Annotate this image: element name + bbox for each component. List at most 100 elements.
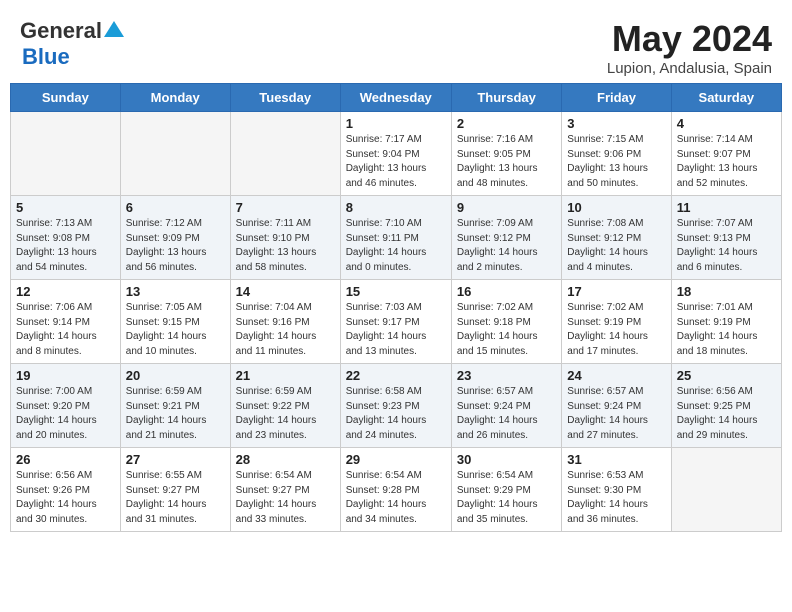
day-number: 12 — [16, 284, 115, 299]
day-info: Sunrise: 7:13 AM Sunset: 9:08 PM Dayligh… — [16, 217, 115, 275]
day-info: Sunrise: 7:12 AM Sunset: 9:09 PM Dayligh… — [126, 217, 225, 275]
calendar-day-cell: 26Sunrise: 6:56 AM Sunset: 9:26 PM Dayli… — [11, 448, 121, 532]
day-info: Sunrise: 6:53 AM Sunset: 9:30 PM Dayligh… — [567, 469, 665, 527]
calendar-day-cell: 21 Sunrise: 6:59 AM Sunset: 9:22 PM Dayli… — [230, 364, 340, 448]
calendar-week-row: 1 Sunrise: 7:17 AM Sunset: 9:04 PM Daylig… — [11, 112, 782, 196]
calendar-day-cell: 27 Sunrise: 6:55 AM Sunset: 9:27 PM Dayli… — [120, 448, 230, 532]
calendar-day-cell: 22Sunrise: 6:58 AM Sunset: 9:23 PM Dayli… — [340, 364, 451, 448]
day-info: Sunrise: 7:10 AM Sunset: 9:11 PM Dayligh… — [346, 217, 446, 275]
day-number: 19 — [16, 368, 115, 383]
calendar-day-cell — [120, 112, 230, 196]
weekday-header-sunday: Sunday — [11, 84, 121, 112]
calendar-day-cell: 31 Sunrise: 6:53 AM Sunset: 9:30 PM Dayli… — [562, 448, 671, 532]
logo-blue-text: Blue — [22, 44, 70, 70]
day-number: 17 — [567, 284, 665, 299]
day-number: 14 — [236, 284, 335, 299]
day-number: 7 — [236, 200, 335, 215]
calendar-day-cell: 7 Sunrise: 7:11 AM Sunset: 9:10 PM Daylig… — [230, 196, 340, 280]
calendar-day-cell — [11, 112, 121, 196]
day-number: 1 — [346, 116, 446, 131]
day-number: 28 — [236, 452, 335, 467]
calendar-day-cell: 29 Sunrise: 6:54 AM Sunset: 9:28 PM Dayli… — [340, 448, 451, 532]
day-info: Sunrise: 7:01 AM Sunset: 9:19 PM Dayligh… — [677, 301, 776, 359]
weekday-header-thursday: Thursday — [451, 84, 561, 112]
calendar-header: General Blue May 2024 Lupion, Andalusia,… — [10, 10, 782, 83]
day-number: 8 — [346, 200, 446, 215]
day-info: Sunrise: 7:02 AM Sunset: 9:18 PM Dayligh… — [457, 301, 556, 359]
day-info: Sunrise: 6:58 AM Sunset: 9:23 PM Dayligh… — [346, 385, 446, 443]
day-number: 13 — [126, 284, 225, 299]
day-number: 10 — [567, 200, 665, 215]
weekday-header-tuesday: Tuesday — [230, 84, 340, 112]
calendar-day-cell: 18Sunrise: 7:01 AM Sunset: 9:19 PM Dayli… — [671, 280, 781, 364]
calendar-day-cell: 19 Sunrise: 7:00 AM Sunset: 9:20 PM Dayli… — [11, 364, 121, 448]
calendar-day-cell: 3 Sunrise: 7:15 AM Sunset: 9:06 PM Daylig… — [562, 112, 671, 196]
title-section: May 2024 Lupion, Andalusia, Spain — [607, 18, 772, 77]
day-number: 23 — [457, 368, 556, 383]
day-info: Sunrise: 7:00 AM Sunset: 9:20 PM Dayligh… — [16, 385, 115, 443]
day-info: Sunrise: 7:15 AM Sunset: 9:06 PM Dayligh… — [567, 133, 665, 191]
day-info: Sunrise: 6:54 AM Sunset: 9:28 PM Dayligh… — [346, 469, 446, 527]
calendar-day-cell: 6 Sunrise: 7:12 AM Sunset: 9:09 PM Daylig… — [120, 196, 230, 280]
calendar-day-cell: 20Sunrise: 6:59 AM Sunset: 9:21 PM Dayli… — [120, 364, 230, 448]
day-number: 9 — [457, 200, 556, 215]
calendar-day-cell: 4Sunrise: 7:14 AM Sunset: 9:07 PM Daylig… — [671, 112, 781, 196]
calendar-day-cell: 2Sunrise: 7:16 AM Sunset: 9:05 PM Daylig… — [451, 112, 561, 196]
calendar-day-cell — [671, 448, 781, 532]
calendar-week-row: 19 Sunrise: 7:00 AM Sunset: 9:20 PM Dayli… — [11, 364, 782, 448]
calendar-day-cell: 14Sunrise: 7:04 AM Sunset: 9:16 PM Dayli… — [230, 280, 340, 364]
day-number: 27 — [126, 452, 225, 467]
day-number: 20 — [126, 368, 225, 383]
calendar-day-cell: 5Sunrise: 7:13 AM Sunset: 9:08 PM Daylig… — [11, 196, 121, 280]
location: Lupion, Andalusia, Spain — [607, 60, 772, 77]
day-number: 3 — [567, 116, 665, 131]
day-info: Sunrise: 7:09 AM Sunset: 9:12 PM Dayligh… — [457, 217, 556, 275]
month-title: May 2024 — [607, 18, 772, 60]
calendar-week-row: 26Sunrise: 6:56 AM Sunset: 9:26 PM Dayli… — [11, 448, 782, 532]
day-info: Sunrise: 7:05 AM Sunset: 9:15 PM Dayligh… — [126, 301, 225, 359]
day-number: 24 — [567, 368, 665, 383]
day-number: 25 — [677, 368, 776, 383]
day-number: 6 — [126, 200, 225, 215]
day-info: Sunrise: 6:54 AM Sunset: 9:29 PM Dayligh… — [457, 469, 556, 527]
logo: General Blue — [20, 18, 124, 70]
day-number: 26 — [16, 452, 115, 467]
weekday-header-wednesday: Wednesday — [340, 84, 451, 112]
day-number: 31 — [567, 452, 665, 467]
day-number: 2 — [457, 116, 556, 131]
calendar-day-cell: 28 Sunrise: 6:54 AM Sunset: 9:27 PM Dayli… — [230, 448, 340, 532]
calendar-day-cell: 13 Sunrise: 7:05 AM Sunset: 9:15 PM Dayli… — [120, 280, 230, 364]
day-info: Sunrise: 6:54 AM Sunset: 9:27 PM Dayligh… — [236, 469, 335, 527]
weekday-header-friday: Friday — [562, 84, 671, 112]
day-number: 21 — [236, 368, 335, 383]
day-info: Sunrise: 7:17 AM Sunset: 9:04 PM Dayligh… — [346, 133, 446, 191]
day-info: Sunrise: 7:03 AM Sunset: 9:17 PM Dayligh… — [346, 301, 446, 359]
day-number: 15 — [346, 284, 446, 299]
day-info: Sunrise: 6:57 AM Sunset: 9:24 PM Dayligh… — [567, 385, 665, 443]
calendar-day-cell: 11 Sunrise: 7:07 AM Sunset: 9:13 PM Dayli… — [671, 196, 781, 280]
calendar-day-cell — [230, 112, 340, 196]
day-info: Sunrise: 6:55 AM Sunset: 9:27 PM Dayligh… — [126, 469, 225, 527]
day-info: Sunrise: 6:59 AM Sunset: 9:22 PM Dayligh… — [236, 385, 335, 443]
calendar-day-cell: 10 Sunrise: 7:08 AM Sunset: 9:12 PM Dayli… — [562, 196, 671, 280]
logo-triangle-icon — [104, 21, 124, 37]
logo-general-text: General — [20, 18, 102, 44]
calendar-day-cell: 25Sunrise: 6:56 AM Sunset: 9:25 PM Dayli… — [671, 364, 781, 448]
day-info: Sunrise: 6:57 AM Sunset: 9:24 PM Dayligh… — [457, 385, 556, 443]
calendar-day-cell: 17Sunrise: 7:02 AM Sunset: 9:19 PM Dayli… — [562, 280, 671, 364]
day-number: 30 — [457, 452, 556, 467]
day-info: Sunrise: 7:11 AM Sunset: 9:10 PM Dayligh… — [236, 217, 335, 275]
calendar-day-cell: 16Sunrise: 7:02 AM Sunset: 9:18 PM Dayli… — [451, 280, 561, 364]
day-info: Sunrise: 7:08 AM Sunset: 9:12 PM Dayligh… — [567, 217, 665, 275]
day-number: 29 — [346, 452, 446, 467]
weekday-header-row: SundayMondayTuesdayWednesdayThursdayFrid… — [11, 84, 782, 112]
calendar-day-cell: 23 Sunrise: 6:57 AM Sunset: 9:24 PM Dayli… — [451, 364, 561, 448]
calendar-day-cell: 24 Sunrise: 6:57 AM Sunset: 9:24 PM Dayli… — [562, 364, 671, 448]
day-info: Sunrise: 7:06 AM Sunset: 9:14 PM Dayligh… — [16, 301, 115, 359]
calendar-day-cell: 30 Sunrise: 6:54 AM Sunset: 9:29 PM Dayli… — [451, 448, 561, 532]
day-number: 11 — [677, 200, 776, 215]
day-info: Sunrise: 7:07 AM Sunset: 9:13 PM Dayligh… — [677, 217, 776, 275]
calendar-week-row: 12 Sunrise: 7:06 AM Sunset: 9:14 PM Dayli… — [11, 280, 782, 364]
calendar-week-row: 5Sunrise: 7:13 AM Sunset: 9:08 PM Daylig… — [11, 196, 782, 280]
calendar-day-cell: 9 Sunrise: 7:09 AM Sunset: 9:12 PM Daylig… — [451, 196, 561, 280]
